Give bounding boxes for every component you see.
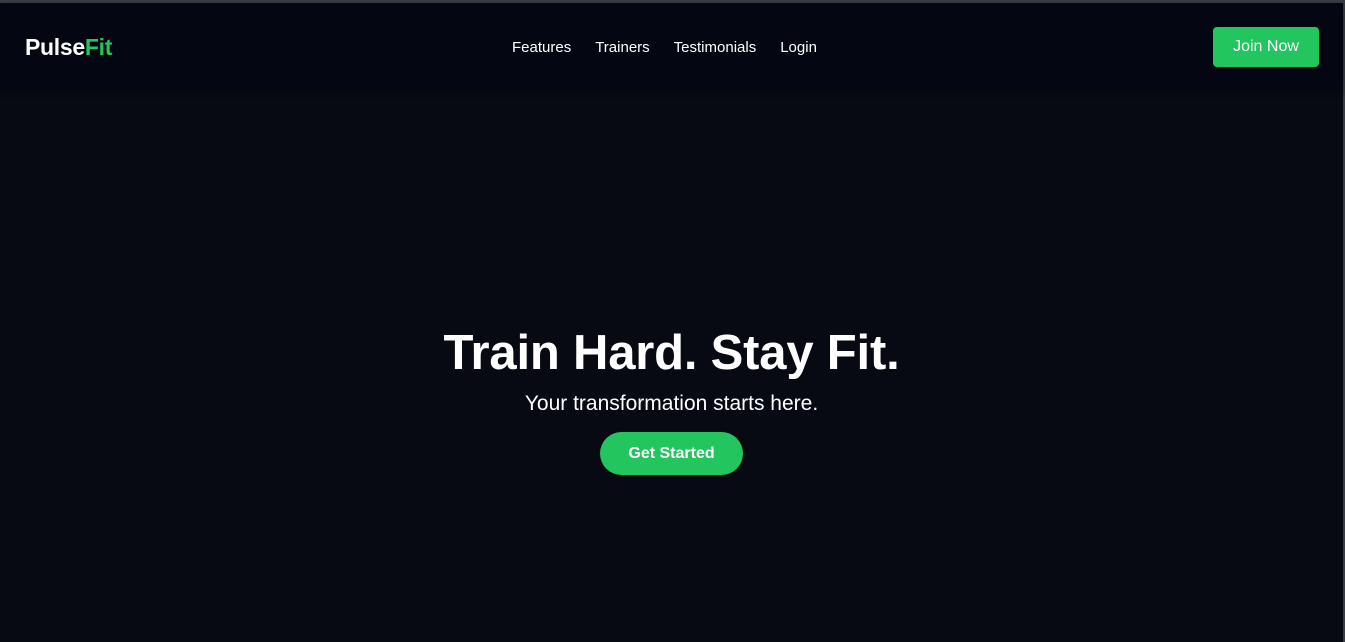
navbar: PulseFit Features Trainers Testimonials … [0,3,1343,90]
get-started-button[interactable]: Get Started [600,432,743,475]
hero-section: Train Hard. Stay Fit. Your transformatio… [0,323,1343,475]
nav-link-features[interactable]: Features [512,38,571,58]
nav-link-testimonials[interactable]: Testimonials [674,38,757,58]
brand-name-accent: Fit [84,34,113,60]
nav-link-login[interactable]: Login [780,38,817,58]
brand-name-primary: Pulse [25,34,85,60]
brand-logo[interactable]: PulseFit [25,33,112,61]
hero-title: Train Hard. Stay Fit. [443,326,900,380]
nav-link-trainers[interactable]: Trainers [595,38,649,58]
page-frame: PulseFit Features Trainers Testimonials … [0,0,1345,642]
join-now-button[interactable]: Join Now [1213,27,1319,67]
hero-subtitle: Your transformation starts here. [524,392,819,415]
nav-links: Features Trainers Testimonials Login [512,38,841,58]
